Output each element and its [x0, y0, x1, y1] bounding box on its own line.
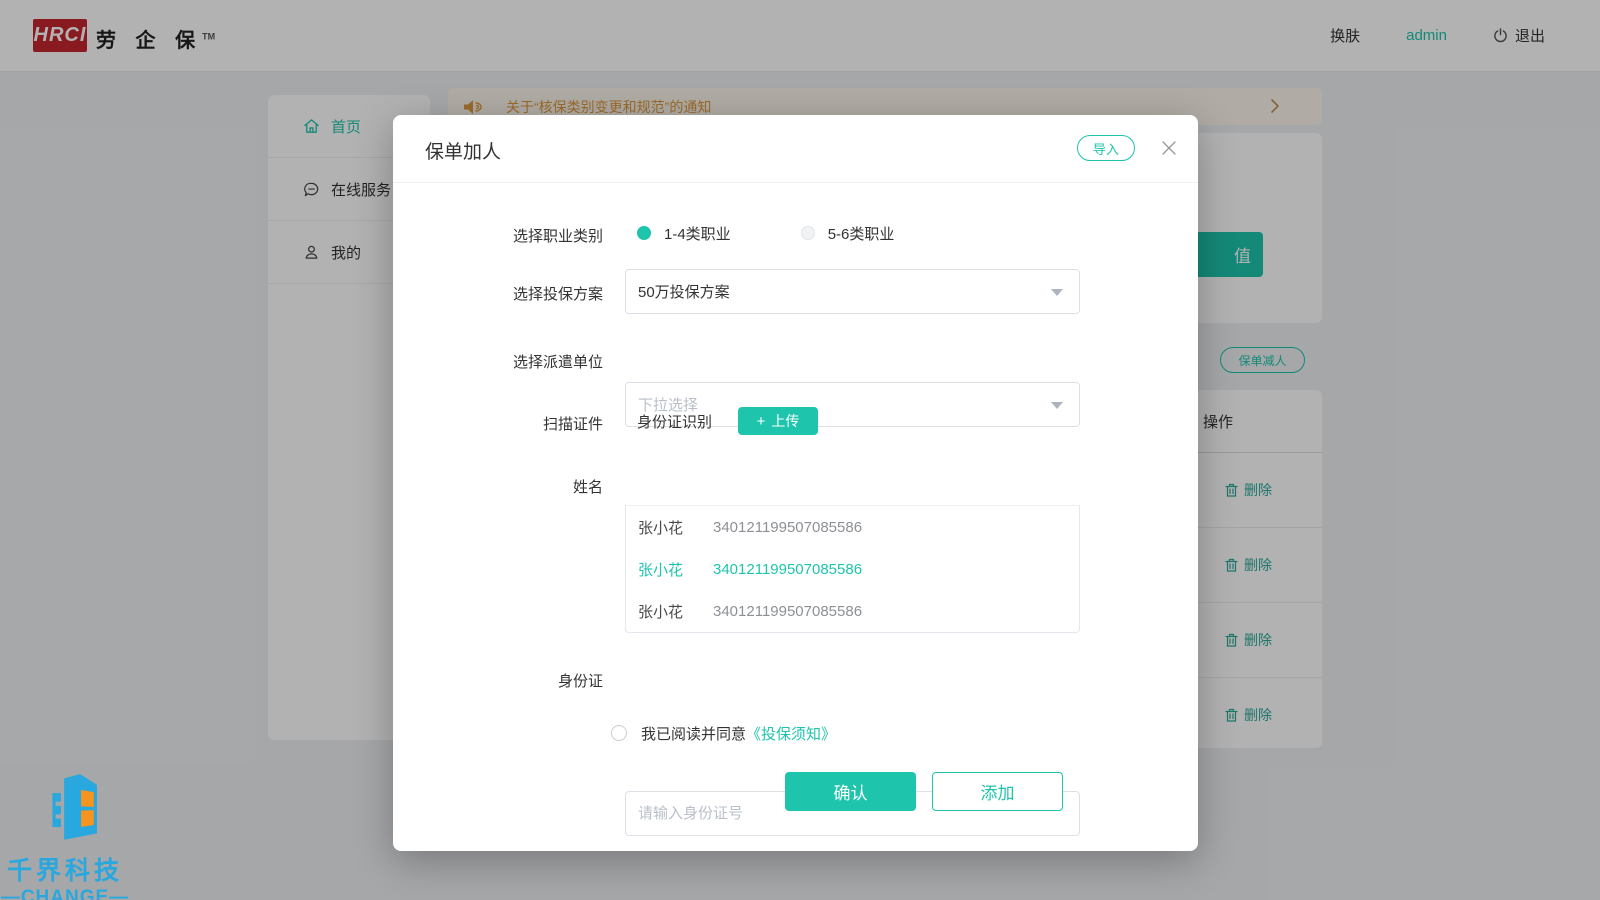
name-label: 姓名 — [393, 476, 603, 497]
occupation-label: 选择职业类别 — [393, 225, 603, 246]
scan-row: 身份证识别 + 上传 — [625, 407, 1080, 435]
name-suggestion-panel: 张小花 340121199507085586 张小花 3401211995070… — [625, 505, 1080, 633]
chevron-down-icon — [1051, 289, 1063, 296]
dialog-header: 保单加人 导入 — [393, 115, 1198, 183]
agreement-text: 我已阅读并同意 — [641, 723, 746, 744]
close-icon — [1161, 140, 1177, 156]
plan-label: 选择投保方案 — [393, 283, 603, 304]
dialog-title: 保单加人 — [425, 137, 501, 164]
vendor-watermark: 千界科技 —CHANGE— — [0, 772, 160, 900]
suggestion-name: 张小花 — [638, 559, 713, 580]
suggestion-name: 张小花 — [638, 517, 713, 538]
watermark-brand: —CHANGE— — [0, 887, 130, 900]
radio-selected-icon[interactable] — [637, 226, 651, 240]
idcard-label: 身份证 — [393, 670, 603, 691]
unit-label: 选择派遣单位 — [393, 351, 603, 372]
scan-label: 扫描证件 — [393, 413, 603, 434]
confirm-button[interactable]: 确认 — [785, 772, 916, 811]
occupation-radio-group: 1-4类职业 5-6类职业 — [625, 211, 1080, 255]
import-label: 导入 — [1093, 139, 1119, 158]
agreement-checkbox[interactable] — [611, 725, 627, 741]
suggestion-id: 340121199507085586 — [713, 519, 862, 536]
add-button[interactable]: 添加 — [932, 772, 1063, 811]
import-button[interactable]: 导入 — [1077, 135, 1135, 161]
close-button[interactable] — [1161, 140, 1177, 156]
plan-selected-value: 50万投保方案 — [638, 281, 730, 302]
upload-label: 上传 — [771, 411, 799, 431]
radio-option-1-4[interactable]: 1-4类职业 — [664, 223, 731, 244]
page: HRCI 劳 企 保TM 换肤 admin 退出 首页 — [0, 0, 1600, 900]
suggestion-item[interactable]: 张小花 340121199507085586 — [626, 590, 1079, 632]
suggestion-id: 340121199507085586 — [713, 603, 862, 620]
watermark-company: 千界科技 — [0, 851, 130, 887]
upload-button[interactable]: + 上传 — [738, 407, 818, 435]
radio-option-5-6[interactable]: 5-6类职业 — [828, 223, 895, 244]
radio-unselected-icon[interactable] — [801, 226, 815, 240]
add-person-dialog: 保单加人 导入 选择职业类别 1-4类职业 5-6类职业 选择投保方案 50万投… — [393, 115, 1198, 851]
agreement-link[interactable]: 《投保须知》 — [746, 723, 836, 744]
plus-icon: + — [757, 414, 766, 429]
suggestion-item-active[interactable]: 张小花 340121199507085586 — [626, 548, 1079, 590]
suggestion-name: 张小花 — [638, 601, 713, 622]
plan-select[interactable]: 50万投保方案 — [625, 269, 1080, 314]
suggestion-item[interactable]: 张小花 340121199507085586 — [626, 506, 1079, 548]
ocr-text: 身份证识别 — [637, 411, 712, 432]
suggestion-id: 340121199507085586 — [713, 561, 862, 578]
change-logo-icon — [47, 772, 113, 844]
agreement-row: 我已阅读并同意 《投保须知》 — [611, 718, 836, 748]
